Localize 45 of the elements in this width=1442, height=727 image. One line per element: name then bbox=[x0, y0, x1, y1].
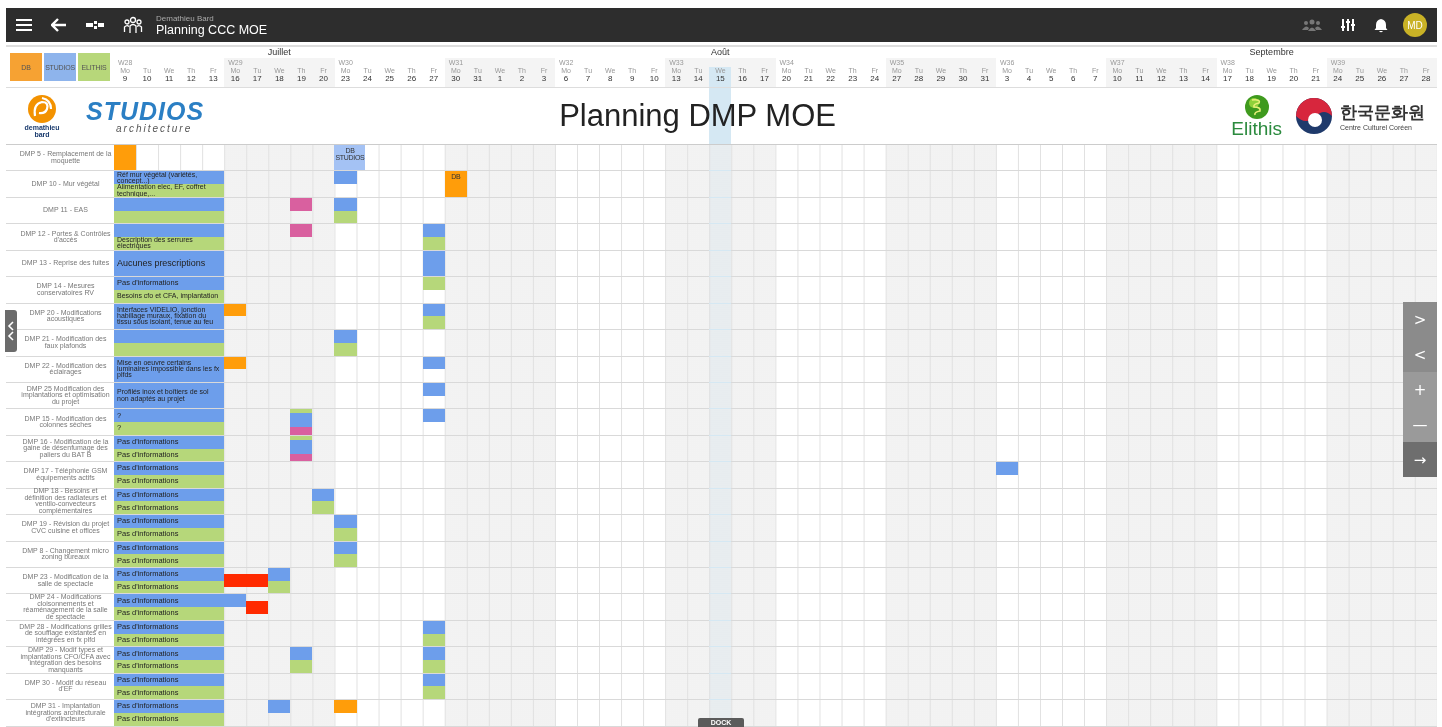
event-block[interactable] bbox=[422, 224, 445, 238]
timeline-control[interactable]: < bbox=[1403, 337, 1437, 372]
blocks-icon[interactable] bbox=[86, 21, 104, 29]
event-block[interactable] bbox=[290, 453, 313, 462]
event-block[interactable] bbox=[290, 647, 313, 661]
month-label: Septembre bbox=[1249, 47, 1294, 58]
event-block[interactable] bbox=[290, 427, 313, 435]
event-block[interactable] bbox=[224, 574, 247, 588]
notifications-icon[interactable] bbox=[1374, 17, 1388, 33]
side-panel-handle[interactable] bbox=[5, 310, 17, 352]
event-block[interactable] bbox=[290, 413, 313, 428]
event-block[interactable] bbox=[422, 277, 445, 290]
event-block[interactable] bbox=[422, 660, 445, 673]
event-block[interactable] bbox=[246, 600, 269, 614]
event-block[interactable] bbox=[290, 224, 313, 238]
month-label: Août bbox=[711, 47, 730, 58]
group-icon[interactable] bbox=[123, 16, 143, 34]
event-block[interactable] bbox=[224, 594, 247, 608]
event-block[interactable] bbox=[268, 700, 291, 713]
event-block[interactable] bbox=[422, 237, 445, 250]
back-icon[interactable] bbox=[51, 18, 67, 32]
studio-logo: STUDIOS architecture bbox=[86, 98, 205, 134]
page-title: Planning CCC MOE bbox=[156, 22, 268, 37]
event-block[interactable] bbox=[422, 250, 445, 277]
people-icon[interactable] bbox=[1302, 19, 1322, 31]
event-block[interactable] bbox=[422, 647, 445, 661]
event-block[interactable] bbox=[422, 316, 445, 330]
planning-title: Planning DMP MOE bbox=[559, 98, 836, 134]
event-block[interactable] bbox=[246, 574, 269, 588]
event-block[interactable] bbox=[114, 145, 137, 171]
event-block[interactable] bbox=[995, 462, 1018, 475]
month-label: Juillet bbox=[267, 47, 291, 58]
event-block[interactable] bbox=[334, 171, 357, 185]
sliders-icon[interactable] bbox=[1341, 18, 1355, 32]
event-block[interactable] bbox=[290, 409, 313, 414]
event-block[interactable] bbox=[422, 409, 445, 423]
description-bar[interactable]: Aucunes prescriptions bbox=[114, 250, 225, 277]
menu-icon[interactable] bbox=[16, 18, 32, 32]
description-bar[interactable] bbox=[114, 224, 225, 238]
timeline-control[interactable]: > bbox=[1403, 302, 1437, 337]
elithis-logo: Elithis bbox=[1231, 94, 1282, 138]
organization-name: Demathieu Bard bbox=[156, 13, 215, 23]
timeline-control[interactable]: → bbox=[1403, 442, 1437, 477]
event-block[interactable] bbox=[422, 686, 445, 700]
event-block[interactable] bbox=[268, 568, 291, 581]
